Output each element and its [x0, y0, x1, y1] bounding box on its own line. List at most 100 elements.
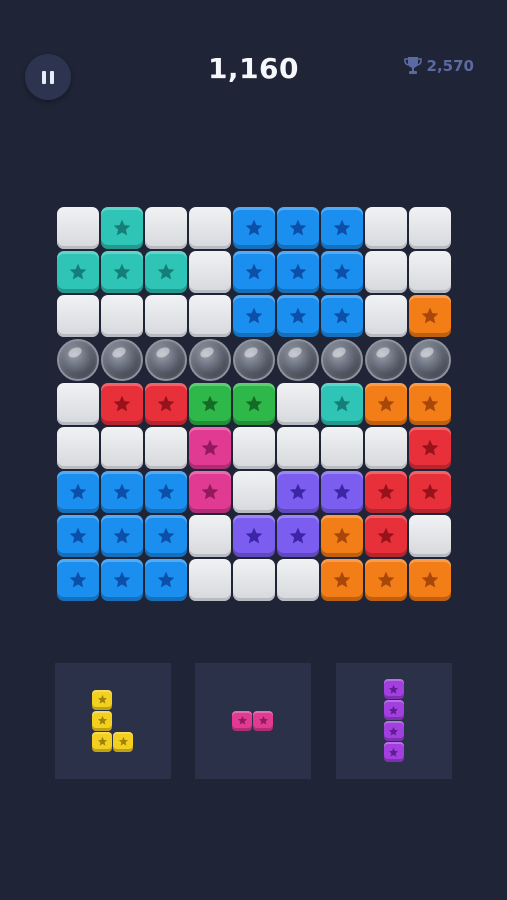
- star-block-cell: [321, 559, 363, 601]
- star-block-cell: [321, 251, 363, 293]
- star-block-cell: [409, 559, 451, 601]
- empty-cell: [365, 207, 407, 249]
- star-block-cell: [145, 515, 187, 557]
- piece-block: [113, 731, 133, 752]
- piece-slot-3[interactable]: [336, 663, 452, 779]
- star-icon: [333, 395, 351, 412]
- star-icon: [201, 483, 219, 500]
- star-block-cell: [189, 383, 231, 425]
- star-icon: [421, 571, 439, 588]
- piece-block: [383, 742, 404, 762]
- star-block-cell: [409, 383, 451, 425]
- empty-cell: [233, 471, 275, 513]
- piece-block: [92, 710, 112, 731]
- empty-cell: [365, 251, 407, 293]
- bubble-cell: [145, 339, 187, 381]
- star-block-cell: [189, 471, 231, 513]
- star-block-cell: [101, 515, 143, 557]
- star-block-cell: [321, 295, 363, 337]
- star-block-cell: [321, 515, 363, 557]
- star-icon: [388, 705, 399, 715]
- piece-slot-1[interactable]: [55, 663, 171, 779]
- empty-cell: [189, 251, 231, 293]
- star-block-cell: [101, 559, 143, 601]
- star-icon: [113, 219, 131, 236]
- star-block-cell: [145, 559, 187, 601]
- piece-block: [232, 710, 252, 731]
- piece-block: [383, 679, 404, 699]
- empty-cell: [101, 427, 143, 469]
- star-icon: [201, 395, 219, 412]
- star-icon: [97, 736, 107, 746]
- star-icon: [333, 307, 351, 324]
- star-block-cell: [277, 295, 319, 337]
- star-icon: [258, 715, 268, 725]
- game-board[interactable]: [57, 207, 453, 603]
- star-block-cell: [233, 207, 275, 249]
- star-block-cell: [321, 471, 363, 513]
- star-block-cell: [233, 383, 275, 425]
- piece-block: [92, 731, 112, 752]
- empty-cell: [189, 295, 231, 337]
- star-block-cell: [189, 427, 231, 469]
- star-block-cell: [145, 251, 187, 293]
- star-block-cell: [101, 383, 143, 425]
- bubble-cell: [409, 339, 451, 381]
- bubble-cell: [365, 339, 407, 381]
- star-block-cell: [409, 427, 451, 469]
- star-icon: [118, 736, 128, 746]
- piece-slot-2[interactable]: [195, 663, 311, 779]
- empty-cell: [57, 207, 99, 249]
- bubble-cell: [233, 339, 275, 381]
- star-icon: [421, 483, 439, 500]
- star-icon: [69, 263, 87, 280]
- star-icon: [377, 483, 395, 500]
- star-block-cell: [365, 471, 407, 513]
- star-icon: [113, 395, 131, 412]
- star-icon: [333, 483, 351, 500]
- star-icon: [377, 395, 395, 412]
- empty-cell: [145, 295, 187, 337]
- star-icon: [157, 571, 175, 588]
- star-icon: [245, 219, 263, 236]
- empty-cell: [57, 295, 99, 337]
- piece-block: [92, 689, 112, 710]
- empty-cell: [189, 207, 231, 249]
- star-block-cell: [57, 251, 99, 293]
- empty-cell: [409, 515, 451, 557]
- star-block-cell: [101, 471, 143, 513]
- empty-cell: [189, 559, 231, 601]
- empty-cell: [57, 427, 99, 469]
- star-block-cell: [57, 471, 99, 513]
- star-block-cell: [145, 471, 187, 513]
- star-icon: [377, 527, 395, 544]
- star-block-cell: [365, 515, 407, 557]
- star-icon: [333, 263, 351, 280]
- star-block-cell: [277, 251, 319, 293]
- star-icon: [289, 483, 307, 500]
- bubble-cell: [189, 339, 231, 381]
- star-icon: [289, 527, 307, 544]
- best-score-value: 2,570: [426, 57, 474, 75]
- empty-cell: [233, 427, 275, 469]
- bubble-cell: [277, 339, 319, 381]
- star-icon: [113, 483, 131, 500]
- star-icon: [289, 219, 307, 236]
- star-icon: [157, 527, 175, 544]
- empty-cell: [277, 427, 319, 469]
- star-block-cell: [233, 295, 275, 337]
- star-icon: [421, 439, 439, 456]
- empty-cell: [365, 427, 407, 469]
- empty-cell: [321, 427, 363, 469]
- star-icon: [421, 307, 439, 324]
- star-block-cell: [233, 515, 275, 557]
- star-icon: [245, 307, 263, 324]
- star-icon: [113, 571, 131, 588]
- piece-block: [383, 700, 404, 720]
- star-icon: [97, 715, 107, 725]
- star-icon: [333, 571, 351, 588]
- star-block-cell: [321, 383, 363, 425]
- star-icon: [201, 439, 219, 456]
- empty-cell: [365, 295, 407, 337]
- star-icon: [157, 395, 175, 412]
